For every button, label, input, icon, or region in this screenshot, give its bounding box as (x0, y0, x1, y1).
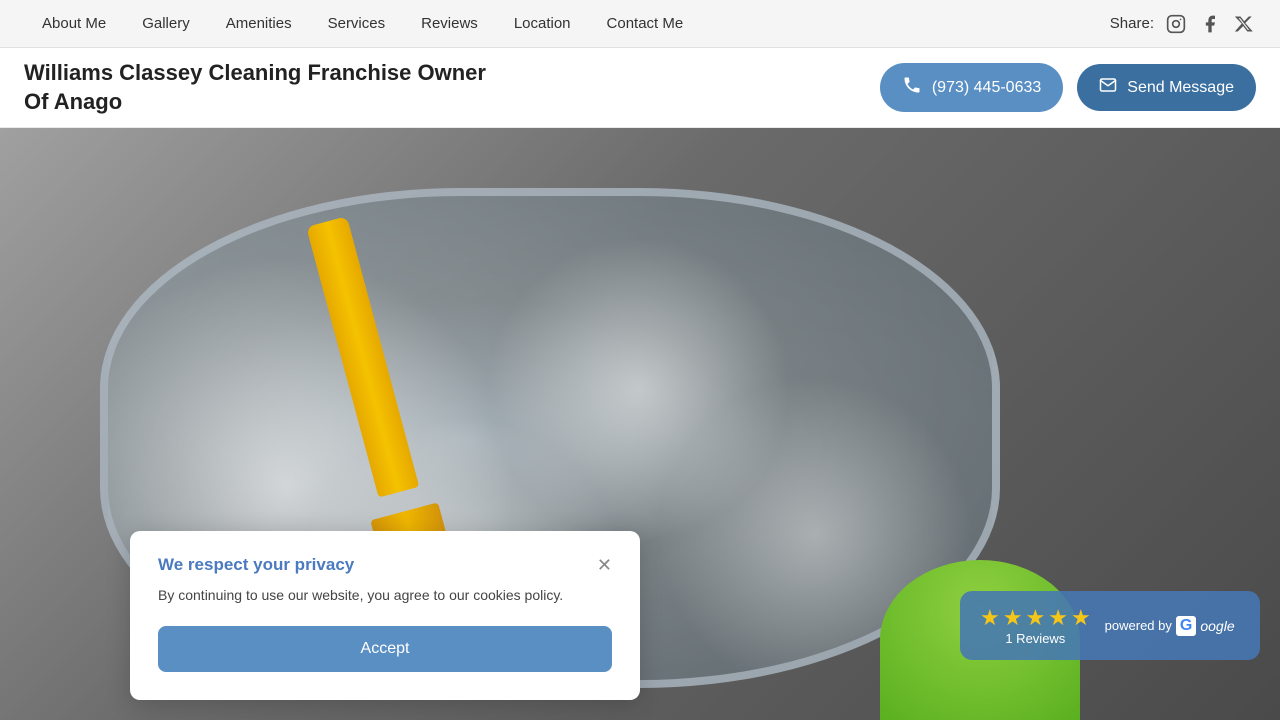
page-title: Williams Classey Cleaning Franchise Owne… (24, 59, 486, 116)
facebook-icon[interactable] (1198, 12, 1222, 36)
instagram-icon[interactable] (1164, 12, 1188, 36)
star-2: ★ (1003, 605, 1023, 631)
nav-bar: About Me Gallery Amenities Services Revi… (0, 0, 1280, 48)
star-3: ★ (1025, 605, 1045, 631)
header-actions: (973) 445-0633 Send Message (880, 63, 1256, 112)
privacy-close-button[interactable]: ✕ (597, 556, 612, 574)
reviews-badge: ★ ★ ★ ★ ★ 1 Reviews powered by Google (960, 591, 1260, 660)
send-message-label: Send Message (1127, 79, 1234, 97)
twitter-x-icon[interactable] (1232, 12, 1256, 36)
star-4: ★ (1048, 605, 1068, 631)
stars-container: ★ ★ ★ ★ ★ (980, 605, 1091, 631)
send-message-button[interactable]: Send Message (1077, 64, 1256, 111)
accept-button[interactable]: Accept (158, 626, 612, 672)
powered-by-label: powered by (1105, 618, 1172, 633)
nav-link-amenities[interactable]: Amenities (208, 0, 310, 48)
nav-link-contact-me[interactable]: Contact Me (589, 0, 702, 48)
google-g-letter: G (1176, 616, 1196, 636)
google-letters: oogle (1200, 618, 1234, 634)
powered-by-google: powered by Google (1105, 616, 1235, 636)
nav-link-reviews[interactable]: Reviews (403, 0, 496, 48)
nav-link-gallery[interactable]: Gallery (124, 0, 208, 48)
phone-button[interactable]: (973) 445-0633 (880, 63, 1063, 112)
nav-link-about-me[interactable]: About Me (24, 0, 124, 48)
phone-icon (902, 75, 922, 100)
star-1: ★ (980, 605, 1000, 631)
privacy-body-text: By continuing to use our website, you ag… (158, 585, 612, 606)
star-5: ★ (1071, 605, 1091, 631)
share-label: Share: (1110, 15, 1154, 32)
privacy-modal-header: We respect your privacy ✕ (158, 555, 612, 575)
nav-link-services[interactable]: Services (310, 0, 404, 48)
message-icon (1099, 76, 1117, 99)
phone-number: (973) 445-0633 (932, 79, 1041, 97)
nav-link-location[interactable]: Location (496, 0, 589, 48)
nav-links: About Me Gallery Amenities Services Revi… (24, 0, 1110, 48)
page-header: Williams Classey Cleaning Franchise Owne… (0, 48, 1280, 128)
star-rating: ★ ★ ★ ★ ★ 1 Reviews (980, 605, 1091, 646)
reviews-count: 1 Reviews (980, 631, 1091, 646)
hero-section: ★ ★ ★ ★ ★ 1 Reviews powered by Google We… (0, 128, 1280, 720)
privacy-modal: We respect your privacy ✕ By continuing … (130, 531, 640, 700)
nav-share: Share: (1110, 12, 1256, 36)
brush-handle (306, 216, 419, 497)
privacy-title: We respect your privacy (158, 555, 354, 575)
